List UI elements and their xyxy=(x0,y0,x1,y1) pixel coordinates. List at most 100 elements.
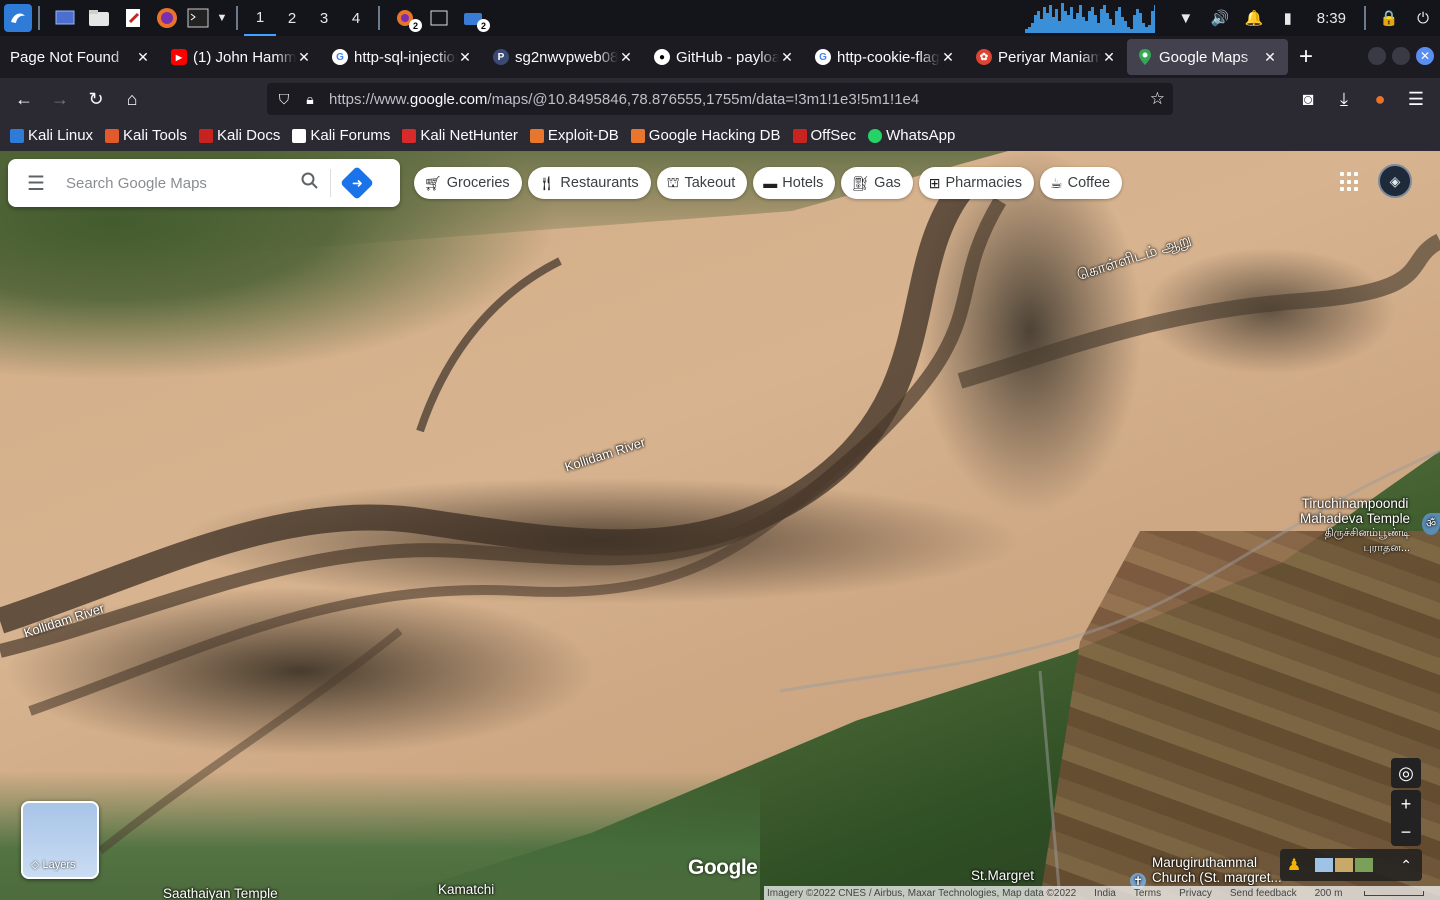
close-icon[interactable]: ✕ xyxy=(457,49,473,66)
bookmark-offsec[interactable]: OffSec xyxy=(792,127,856,144)
download-icon[interactable]: ⤓ xyxy=(1326,83,1362,115)
avatar[interactable]: ◈ xyxy=(1378,164,1412,198)
terminal-icon[interactable] xyxy=(186,4,210,32)
maximize-button[interactable] xyxy=(1392,47,1410,65)
scale-bar[interactable]: 200 m xyxy=(1315,888,1440,899)
address-bar[interactable]: ⛉ 🔒︎ https://www.google.com/maps/@10.849… xyxy=(267,83,1173,115)
imagery-thumbnails[interactable] xyxy=(1315,858,1373,872)
wifi-icon[interactable]: ▼ xyxy=(1169,10,1203,27)
bookmark-label: Kali Forums xyxy=(310,127,391,144)
footer-link-feedback[interactable]: Send feedback xyxy=(1230,888,1297,899)
text-editor-icon[interactable] xyxy=(118,4,148,32)
chip-gas[interactable]: ⛽︎ Gas xyxy=(841,167,913,199)
firefox-icon[interactable] xyxy=(152,4,182,32)
close-icon[interactable]: ✕ xyxy=(618,49,634,66)
tab-periyar[interactable]: ✿ Periyar Maniammai ✕ xyxy=(966,36,1127,78)
menu-icon[interactable]: ☰ xyxy=(1398,83,1434,115)
tab-sg2nwvpweb08[interactable]: P sg2nwvpweb08 ✕ xyxy=(483,36,644,78)
chevron-up-icon[interactable]: ⌃ xyxy=(1400,857,1412,874)
tab-sql-injection[interactable]: G http-sql-injection ✕ xyxy=(322,36,483,78)
place-label[interactable]: St.Margret xyxy=(971,868,1034,883)
tab-title: GitHub - payloads xyxy=(676,48,779,66)
chip-groceries[interactable]: 🛒︎ Groceries xyxy=(414,167,522,199)
place-label[interactable]: Kamatchi xyxy=(438,882,494,897)
bell-icon[interactable]: 🔔 xyxy=(1237,9,1271,27)
toolbar-right: ◙ ⤓ ● ☰ xyxy=(1290,78,1440,120)
workspace-2[interactable]: 2 xyxy=(276,0,308,36)
lock-icon[interactable]: 🔒 xyxy=(1372,9,1406,27)
satellite-map[interactable]: Kollidam River Kollidam River கொள்ளிடம் … xyxy=(0,151,1440,900)
place-label[interactable]: Marugiruthammal Church (St. margret... xyxy=(1152,855,1282,885)
tab-title: http-cookie-flags xyxy=(837,48,940,66)
place-label[interactable]: Tiruchinampoondi Mahadeva Temple திருச்ச… xyxy=(1300,496,1410,556)
file-manager-icon[interactable] xyxy=(84,4,114,32)
close-icon[interactable]: ✕ xyxy=(296,49,312,66)
footer-link-privacy[interactable]: Privacy xyxy=(1179,888,1212,899)
tab-page-not-found[interactable]: Page Not Found ✕ xyxy=(0,36,161,78)
bookmark-kali-nethunter[interactable]: Kali NetHunter xyxy=(402,127,518,144)
minimize-button[interactable] xyxy=(1368,47,1386,65)
new-tab-button[interactable]: + xyxy=(1288,39,1324,75)
place-label[interactable]: Saathaiyan Temple xyxy=(163,886,278,900)
firefox-window-icon[interactable]: 2 xyxy=(390,4,422,32)
clock[interactable]: 8:39 xyxy=(1305,10,1358,27)
kali-docs-icon xyxy=(198,128,213,143)
bookmark-star-icon[interactable]: ☆ xyxy=(1150,89,1165,109)
chip-restaurants[interactable]: 🍴︎ Restaurants xyxy=(527,167,651,199)
close-icon[interactable]: ✕ xyxy=(940,49,956,66)
my-location-button[interactable]: ◎ xyxy=(1391,758,1421,788)
pegman-icon[interactable]: ♟ xyxy=(1283,855,1305,875)
url-text[interactable]: https://www.google.com/maps/@10.8495846,… xyxy=(329,91,919,108)
search-icon[interactable] xyxy=(290,172,330,195)
forward-button[interactable]: → xyxy=(42,83,78,115)
close-icon[interactable]: ✕ xyxy=(135,49,151,66)
bookmark-kali-tools[interactable]: Kali Tools xyxy=(105,127,187,144)
workspace-1[interactable]: 1 xyxy=(244,0,276,36)
workspace-3[interactable]: 3 xyxy=(308,0,340,36)
chip-pharmacies[interactable]: ⊞ Pharmacies xyxy=(918,167,1035,199)
chip-hotels[interactable]: ▬ Hotels xyxy=(753,167,836,199)
zoom-out-button[interactable]: − xyxy=(1391,818,1421,846)
tab-github[interactable]: ● GitHub - payloads ✕ xyxy=(644,36,805,78)
chip-takeout[interactable]: ⛫ Takeout xyxy=(656,167,748,199)
kali-dragon-icon[interactable] xyxy=(4,4,32,32)
workspace-4[interactable]: 4 xyxy=(340,0,372,36)
volume-icon[interactable]: 🔊 xyxy=(1203,9,1237,27)
directions-button[interactable]: ➜ xyxy=(331,166,383,200)
footer-link-india[interactable]: India xyxy=(1094,888,1116,899)
zoom-in-button[interactable]: + xyxy=(1391,790,1421,818)
power-icon[interactable]: ⏻ xyxy=(1406,10,1440,27)
close-window-button[interactable]: ✕ xyxy=(1416,47,1434,65)
tab-youtube[interactable]: ▶ (1) John Hammond ✕ xyxy=(161,36,322,78)
chip-coffee[interactable]: ☕︎ Coffee xyxy=(1040,167,1123,199)
extension-icon[interactable]: ● xyxy=(1362,83,1398,115)
close-icon[interactable]: ✕ xyxy=(1262,49,1278,66)
close-icon[interactable]: ✕ xyxy=(1101,49,1117,66)
google-apps-icon[interactable] xyxy=(1340,172,1360,192)
bookmark-kali-docs[interactable]: Kali Docs xyxy=(198,127,280,144)
hamburger-menu-icon[interactable]: ☰ xyxy=(8,171,64,196)
om-temple-icon[interactable]: ॐ xyxy=(1422,513,1440,535)
desktop-icon[interactable] xyxy=(50,4,80,32)
back-button[interactable]: ← xyxy=(6,83,42,115)
close-icon[interactable]: ✕ xyxy=(779,49,795,66)
pocket-icon[interactable]: ◙ xyxy=(1290,83,1326,115)
home-button[interactable]: ⌂ xyxy=(114,83,150,115)
battery-icon[interactable]: ▮ xyxy=(1271,9,1305,27)
search-input[interactable] xyxy=(64,173,290,193)
reload-button[interactable]: ↻ xyxy=(78,83,114,115)
tab-google-maps[interactable]: Google Maps ✕ xyxy=(1127,39,1288,75)
chevron-down-icon[interactable]: ▼ xyxy=(214,4,230,32)
footer-link-terms[interactable]: Terms xyxy=(1134,888,1161,899)
bookmark-exploit-db[interactable]: Exploit-DB xyxy=(529,127,619,144)
terminal-window-icon[interactable] xyxy=(424,4,454,32)
files-window-icon[interactable]: 2 xyxy=(458,4,490,32)
bookmark-whatsapp[interactable]: WhatsApp xyxy=(868,127,955,144)
lock-icon[interactable]: 🔒︎ xyxy=(297,91,323,108)
bookmark-kali-forums[interactable]: Kali Forums xyxy=(292,127,390,144)
layers-button[interactable]: ◇ Layers xyxy=(21,801,99,879)
bookmark-google-hacking-db[interactable]: Google Hacking DB xyxy=(630,127,781,144)
shield-icon[interactable]: ⛉ xyxy=(271,91,297,108)
tab-cookie-flags[interactable]: G http-cookie-flags ✕ xyxy=(805,36,966,78)
bookmark-kali-linux[interactable]: Kali Linux xyxy=(10,127,93,144)
